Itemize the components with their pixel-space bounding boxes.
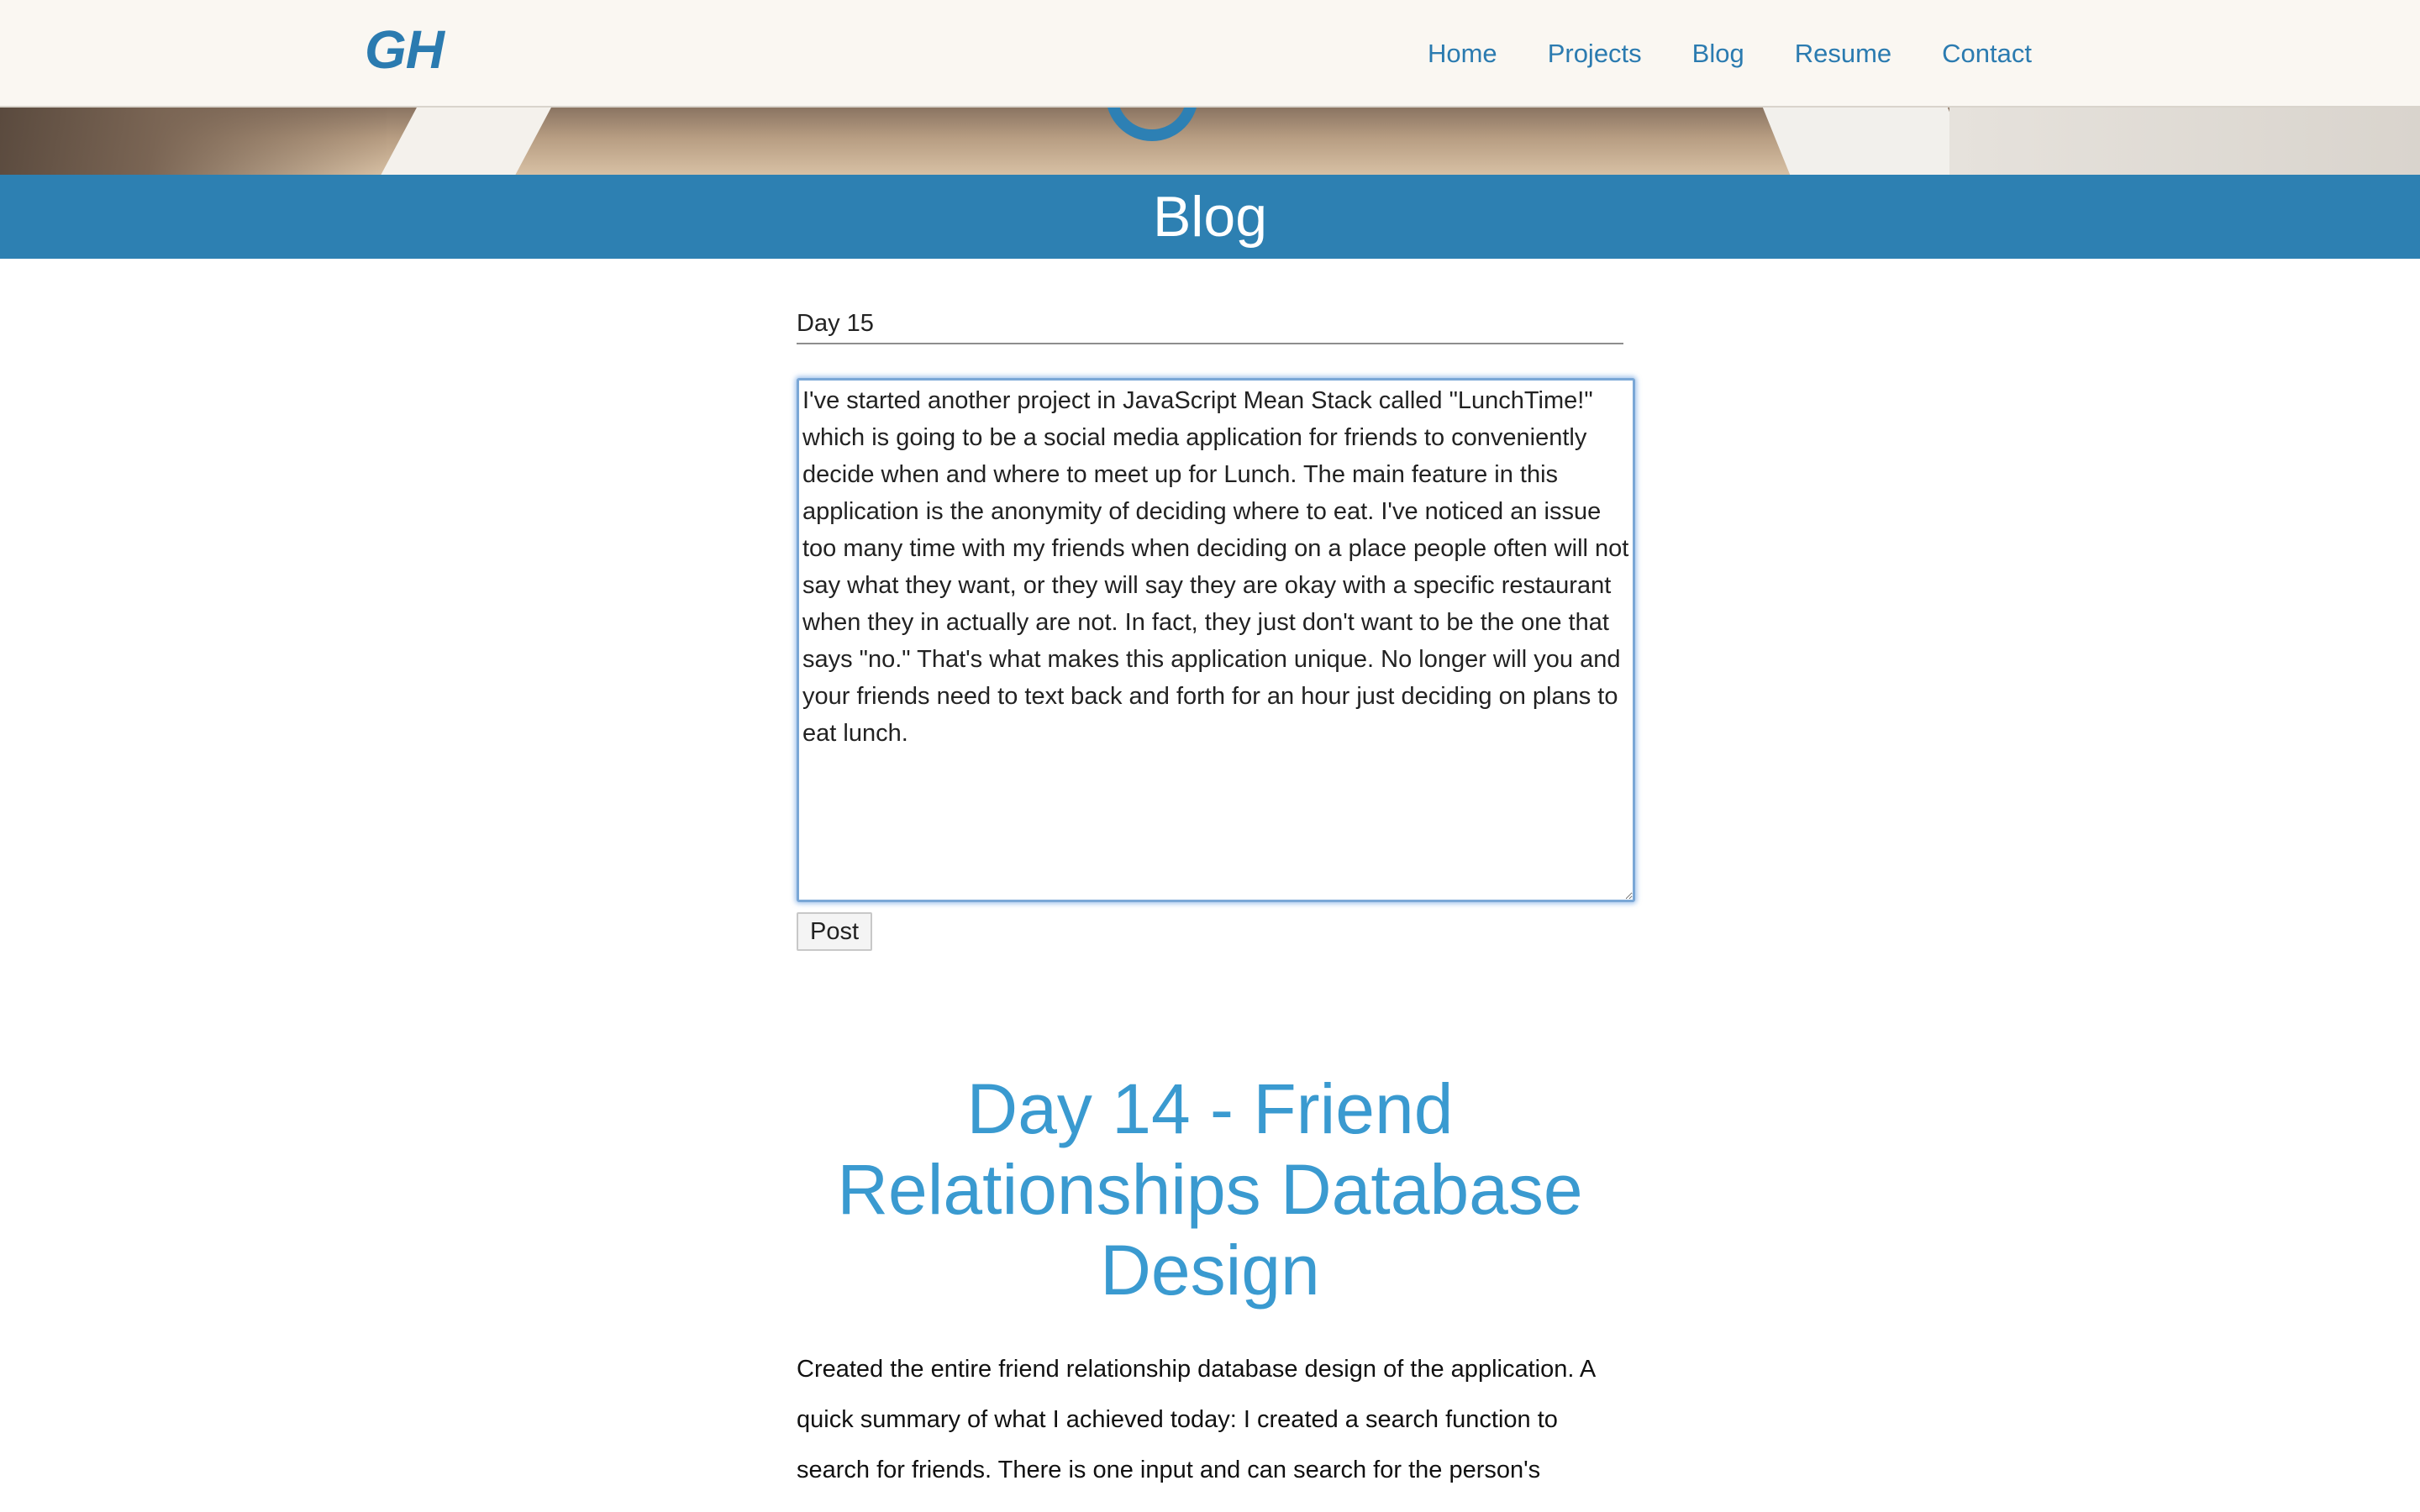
- top-navbar: GH Home Projects Blog Resume Contact: [0, 0, 2420, 108]
- nav-link-resume[interactable]: Resume: [1795, 39, 1891, 69]
- blog-post-body: Created the entire friend relationship d…: [797, 1356, 1595, 1483]
- nav-link-blog[interactable]: Blog: [1692, 39, 1744, 69]
- hero-light-shape: [371, 108, 570, 175]
- post-button[interactable]: Post: [797, 912, 873, 951]
- blog-post-title: Day 14 - Friend Relationships Database D…: [837, 1069, 1583, 1310]
- hero-shadow: [0, 108, 387, 175]
- nav-link-contact[interactable]: Contact: [1942, 39, 2032, 69]
- post-title-input[interactable]: [797, 304, 1623, 344]
- page-banner: Blog: [0, 175, 2420, 259]
- nav-link-projects[interactable]: Projects: [1548, 39, 1642, 69]
- page-title: Blog: [1152, 185, 1268, 249]
- post-body-textarea[interactable]: I've started another project in JavaScri…: [797, 378, 1635, 902]
- hero-image: [0, 108, 2420, 175]
- hero-background-right: [1949, 108, 2420, 175]
- nav-links: Home Projects Blog Resume Contact: [1377, 0, 2032, 108]
- hero-logo-glyph: [1106, 108, 1198, 141]
- brand-logo[interactable]: GH: [365, 18, 445, 81]
- blog-content: I've started another project in JavaScri…: [797, 259, 1637, 1495]
- nav-link-home[interactable]: Home: [1428, 39, 1497, 69]
- hero-light-shape: [1749, 108, 1982, 175]
